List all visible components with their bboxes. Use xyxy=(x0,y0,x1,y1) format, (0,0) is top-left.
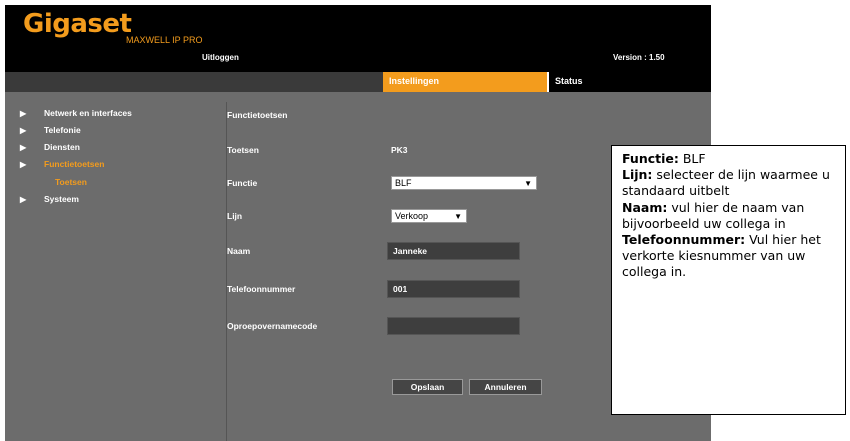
sidebar xyxy=(5,102,227,441)
callout-naam: Naam: vul hier de naam van bijvoorbeeld … xyxy=(622,200,835,232)
gigaset-logo: Gigaset xyxy=(23,9,132,39)
functie-label: Functie xyxy=(227,178,258,188)
chevron-right-icon: ▶ xyxy=(20,160,27,169)
chevron-right-icon: ▶ xyxy=(20,109,27,118)
callout-lijn: Lijn: selecteer de lijn waarmee u standa… xyxy=(622,167,835,199)
callout-functie: Functie: BLF xyxy=(622,151,835,167)
sidebar-item-functietoetsen[interactable]: ▶ Functietoetsen xyxy=(20,159,104,169)
callout-lijn-text: selecteer de lijn waarmee u standaard ui… xyxy=(622,167,830,199)
oproepovernamecode-input[interactable] xyxy=(387,317,520,335)
functie-select[interactable]: BLF ▼ xyxy=(391,176,537,190)
callout-functie-text: BLF xyxy=(678,151,706,166)
toetsen-value: PK3 xyxy=(391,145,408,155)
version-label: Version : 1.50 xyxy=(613,53,665,62)
form-heading: Functietoetsen xyxy=(227,110,288,120)
product-name: MAXWELL IP PRO xyxy=(126,35,203,45)
oproepovernamecode-label: Oproepovernamecode xyxy=(227,321,318,331)
sidebar-item-label: Netwerk en interfaces xyxy=(44,108,132,118)
callout-telefoonnummer: Telefoonnummer: Vul hier het verkorte ki… xyxy=(622,232,835,281)
tab-status[interactable]: Status xyxy=(547,72,711,92)
chevron-right-icon: ▶ xyxy=(20,126,27,135)
dropdown-arrow-icon: ▼ xyxy=(454,212,462,221)
gigaset-web-ui: Gigaset MAXWELL IP PRO Uitloggen Version… xyxy=(5,5,711,441)
tab-instellingen[interactable]: Instellingen xyxy=(383,72,547,92)
sidebar-subitem-toetsen[interactable]: Toetsen xyxy=(55,177,87,187)
telefoonnummer-input[interactable]: 001 xyxy=(387,280,520,298)
toetsen-label: Toetsen xyxy=(227,145,259,155)
callout-tel-key: Telefoonnummer: xyxy=(622,232,746,248)
sidebar-item-label: Systeem xyxy=(44,194,79,204)
sidebar-item-label: Telefonie xyxy=(44,125,81,135)
sidebar-item-label: Functietoetsen xyxy=(44,159,105,169)
callout-functie-key: Functie: xyxy=(622,151,679,166)
sidebar-item-diensten[interactable]: ▶ Diensten xyxy=(20,142,80,152)
naam-label: Naam xyxy=(227,246,251,256)
dropdown-arrow-icon: ▼ xyxy=(524,179,532,188)
callout-naam-key: Naam: xyxy=(622,199,668,215)
sidebar-item-telefonie[interactable]: ▶ Telefonie xyxy=(20,125,81,135)
naam-input[interactable]: Janneke xyxy=(387,242,520,260)
header-bar: Gigaset MAXWELL IP PRO Uitloggen Version… xyxy=(5,5,711,72)
callout-lijn-key: Lijn: xyxy=(622,167,653,183)
annotation-callout: Functie: BLF Lijn: selecteer de lijn waa… xyxy=(611,145,846,415)
nav-bar: Instellingen Status xyxy=(5,72,711,92)
chevron-right-icon: ▶ xyxy=(20,195,27,204)
logout-link[interactable]: Uitloggen xyxy=(202,53,239,62)
save-button[interactable]: Opslaan xyxy=(392,379,463,395)
lijn-select[interactable]: Verkoop ▼ xyxy=(391,209,467,223)
sidebar-item-netwerk[interactable]: ▶ Netwerk en interfaces xyxy=(20,108,132,118)
sidebar-item-label: Diensten xyxy=(44,142,80,152)
telefoonnummer-label: Telefoonnummer xyxy=(227,284,296,294)
lijn-label: Lijn xyxy=(227,211,243,221)
functie-selected-value: BLF xyxy=(395,178,412,188)
sidebar-item-systeem[interactable]: ▶ Systeem xyxy=(20,194,79,204)
chevron-right-icon: ▶ xyxy=(20,143,27,152)
lijn-selected-value: Verkoop xyxy=(395,211,429,221)
cancel-button[interactable]: Annuleren xyxy=(469,379,542,395)
